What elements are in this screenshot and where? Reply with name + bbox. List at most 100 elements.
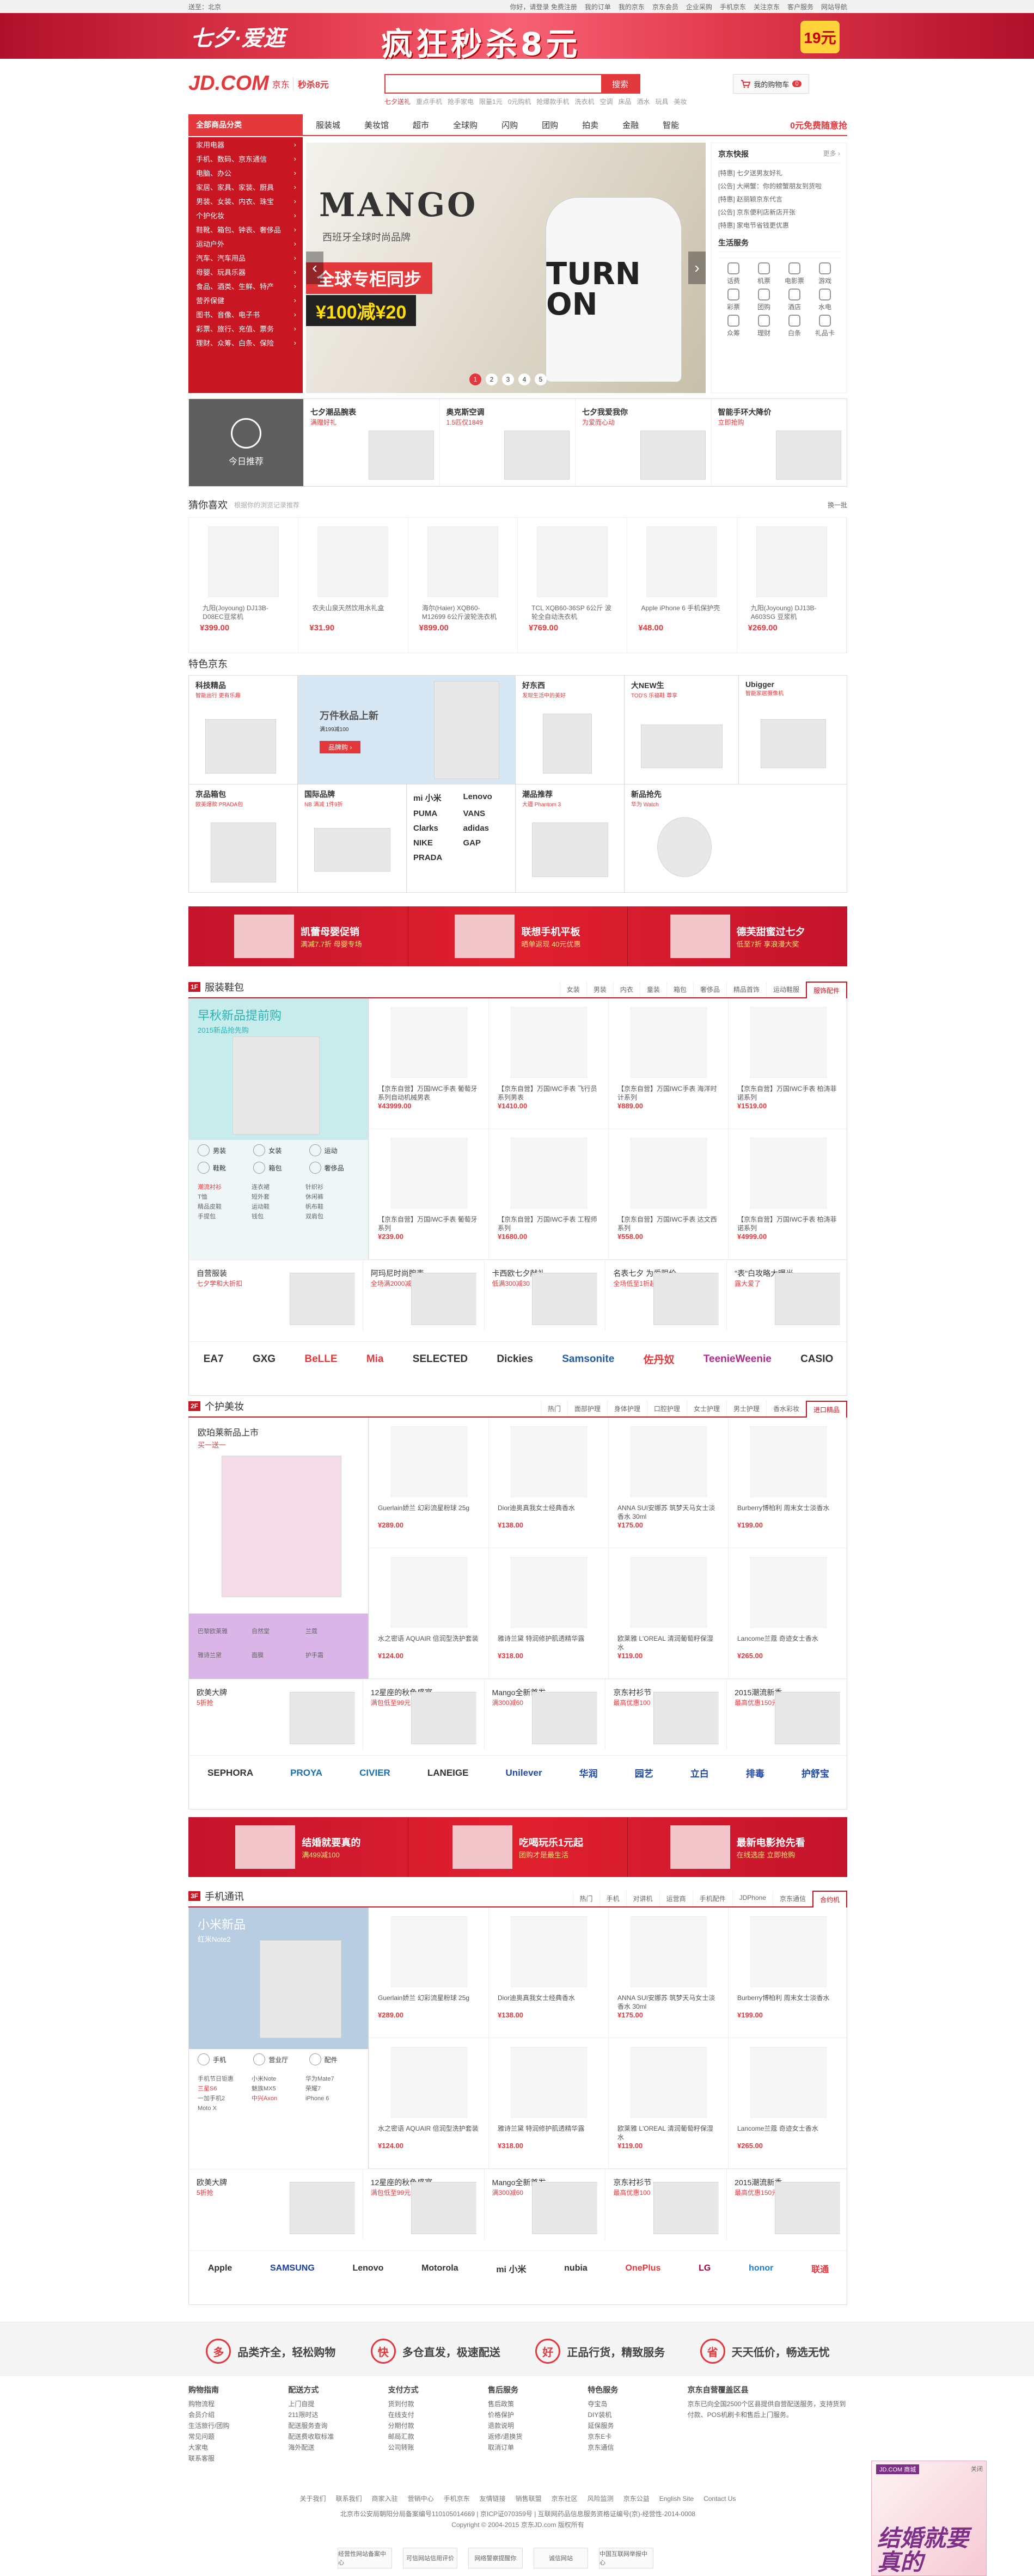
keyword-link[interactable]: 巴黎欧莱雅 — [198, 1627, 252, 1651]
nav-item[interactable]: 金融 — [622, 119, 639, 131]
keyword-link[interactable]: Moto X — [198, 2103, 252, 2113]
news-more-link[interactable]: 更多 › — [823, 149, 840, 160]
floor-promo[interactable]: 名表七夕 为爱限价 全场低至1折起 — [605, 1260, 727, 1330]
special-cell[interactable]: 国际品牌 NB 满减 1件9折 — [298, 784, 407, 892]
service-item[interactable]: 彩票 — [718, 289, 749, 311]
footer-link[interactable]: 京东E卡 — [588, 2431, 687, 2442]
floor-tab[interactable]: 进口精品 — [805, 1401, 847, 1418]
trust-badge[interactable]: 中国互联网举报中心 — [599, 2548, 653, 2568]
brand-logo[interactable]: Apple — [208, 2264, 232, 2273]
product-card[interactable]: ANNA SUI安娜苏 筑梦天马女士淡香水 30ml ¥175.00 — [608, 1418, 728, 1548]
keyword-link[interactable]: 护手霜 — [305, 1651, 359, 1675]
brand-logo[interactable]: nubia — [564, 2264, 588, 2273]
promo-ad[interactable]: 结婚就要真的 满499减100 — [188, 1817, 408, 1877]
trust-badge[interactable]: 网络警察提醒你 — [468, 2548, 523, 2568]
carousel-dot[interactable]: 4 — [518, 373, 530, 385]
footer-link[interactable]: 配送服务查询 — [288, 2420, 388, 2431]
keyword-link[interactable]: 一加手机2 — [198, 2094, 252, 2103]
carousel-dot[interactable]: 1 — [469, 373, 481, 385]
service-item[interactable]: 话费 — [718, 262, 749, 285]
hot-word[interactable]: 玩具 — [656, 97, 669, 106]
floor-tab[interactable]: 手机 — [599, 1891, 626, 1906]
brand-logo[interactable]: SEPHORA — [207, 1768, 253, 1778]
footer-link[interactable]: 会员介绍 — [188, 2409, 288, 2420]
floor-promo[interactable]: 卡西欧七夕献礼 低满300减30 — [485, 1260, 606, 1330]
keyword-link[interactable]: 钱包 — [252, 1212, 305, 1222]
top-link[interactable]: 企业采购 — [686, 2, 712, 11]
floor-promo[interactable]: "表"白攻略大曝光 露大爱了 — [727, 1260, 848, 1330]
category-item[interactable]: 家居、家具、家装、厨具 › — [188, 180, 303, 194]
floor-tab[interactable]: 女士护理 — [686, 1401, 726, 1416]
keyword-link[interactable]: 连衣裙 — [252, 1182, 305, 1192]
promo-ad[interactable]: 凯蕾母婴促销 满减7.7折 母婴专场 — [188, 906, 408, 966]
keyword-link[interactable]: 华为Mate7 — [305, 2074, 359, 2084]
keyword-link[interactable]: 双肩包 — [305, 1212, 359, 1222]
nav-item[interactable]: 智能 — [663, 119, 679, 131]
brand-logo[interactable]: Dickies — [497, 1353, 533, 1365]
brand-logo[interactable]: Motorola — [421, 2264, 458, 2273]
hot-word[interactable]: 洗衣机 — [574, 97, 594, 106]
product-card[interactable]: 海尔(Haier) XQB60-M12699 6公斤波轮洗衣机 ¥899.00 — [408, 518, 518, 653]
floor-tab[interactable]: 面部护理 — [567, 1401, 607, 1416]
brand-logo[interactable]: CASIO — [800, 1353, 833, 1365]
service-item[interactable]: 众筹 — [718, 315, 749, 338]
keyword-link[interactable]: 手机节日钜惠 — [198, 2074, 252, 2084]
keyword-link[interactable]: 针织衫 — [305, 1182, 359, 1192]
brand-logo[interactable]: EA7 — [204, 1353, 224, 1365]
brand-logo[interactable]: 护舒宝 — [801, 1766, 829, 1780]
footer-link[interactable]: 夺宝岛 — [588, 2399, 687, 2409]
keyword-link[interactable]: 小米Note — [252, 2074, 305, 2084]
promo-ad[interactable]: 联想手机平板 晒单返现 40元优惠 — [408, 906, 628, 966]
brand-logo[interactable]: LANEIGE — [427, 1768, 469, 1778]
nav-item[interactable]: 服装城 — [316, 119, 340, 131]
today-item[interactable]: 七夕我爱我你 为爱而心动 — [575, 399, 711, 486]
footer-link[interactable]: 在线支付 — [388, 2409, 488, 2420]
special-cell[interactable]: 科技精品 智能出行 更有乐趣 — [189, 676, 298, 784]
brand-logo[interactable]: PUMA — [413, 809, 459, 818]
floor-promo[interactable]: 欧美大牌 5折抢 — [189, 1679, 363, 1750]
special-cell[interactable]: 潮品推荐 大疆 Phantom 3 — [516, 784, 625, 892]
brand-logo[interactable]: 排毒 — [746, 1766, 764, 1780]
floor-promo[interactable]: 阿玛尼时尚腕表 全场满2000减200 — [363, 1260, 485, 1330]
news-item[interactable]: [特惠] 家电节省钱更优惠 — [718, 219, 840, 232]
footer-link[interactable]: 延保服务 — [588, 2420, 687, 2431]
footer-link[interactable]: 京东社区 — [552, 2493, 578, 2504]
keyword-link[interactable]: 中兴Axon — [252, 2094, 305, 2103]
trust-badge[interactable]: 诚信网站 — [534, 2548, 588, 2568]
floor-promo[interactable]: Mango全新首发 满300减60 — [485, 2169, 606, 2240]
category-item[interactable]: 手机、数码、京东通信 › — [188, 151, 303, 165]
special-cell[interactable]: 万件秋品上新 满199减100 品牌购 › — [298, 676, 516, 784]
service-item[interactable]: 理财 — [749, 315, 779, 338]
top-link[interactable]: 手机京东 — [720, 2, 746, 11]
footer-link[interactable]: 货到付款 — [388, 2399, 488, 2409]
floor-tab[interactable]: 热门 — [572, 1891, 599, 1906]
brand-logo[interactable]: Clarks — [413, 824, 459, 833]
top-link[interactable]: 你好，请登录 免费注册 — [510, 2, 577, 11]
category-item[interactable]: 彩票、旅行、充值、票务 › — [188, 321, 303, 335]
hot-word[interactable]: 限量1元 — [479, 97, 503, 106]
footer-link[interactable]: 风险监测 — [588, 2493, 614, 2504]
floor-tab[interactable]: 运动鞋服 — [766, 982, 806, 997]
footer-link[interactable]: 价格保护 — [488, 2409, 588, 2420]
keyword-link[interactable]: 三星S6 — [198, 2084, 252, 2094]
product-card[interactable]: 【京东自营】万国IWC手表 柏涛菲诺系列 ¥1519.00 — [728, 998, 848, 1129]
hot-word[interactable]: 七夕送礼 — [384, 97, 411, 106]
floor-hero[interactable]: 欧珀莱新品上市 买一送一 — [189, 1418, 368, 1614]
floor-promo[interactable]: 自营服装 七夕学和大折扣 — [189, 1260, 363, 1330]
floor-tab[interactable]: 内衣 — [613, 982, 640, 997]
service-item[interactable]: 水电 — [810, 289, 840, 311]
footer-link[interactable]: 友情链接 — [480, 2493, 506, 2504]
top-link[interactable]: 我的京东 — [619, 2, 645, 11]
floor-tab[interactable]: 服饰配件 — [805, 982, 847, 998]
floor-icon-link[interactable]: 鞋靴 — [198, 1162, 248, 1174]
product-card[interactable]: 水之密语 AQUAIR 倍润型洗护套装 ¥124.00 — [369, 1548, 488, 1679]
floor-icon-link[interactable]: 配件 — [309, 2053, 359, 2065]
keyword-link[interactable]: 兰蔻 — [305, 1627, 359, 1651]
footer-link[interactable]: 生活旅行/团购 — [188, 2420, 288, 2431]
floating-ad[interactable]: JD.COM 商城 关闭 结婚就要真的 — [871, 2461, 987, 2576]
service-item[interactable]: 白条 — [779, 315, 810, 338]
product-card[interactable]: 欧莱雅 L'OREAL 清润葡萄籽保湿水 ¥119.00 — [608, 1548, 728, 1679]
keyword-link[interactable]: 自然堂 — [252, 1627, 305, 1651]
keyword-link[interactable]: 面膜 — [252, 1651, 305, 1675]
special-cell[interactable]: 新品抢先 华为 Watch — [625, 784, 847, 892]
